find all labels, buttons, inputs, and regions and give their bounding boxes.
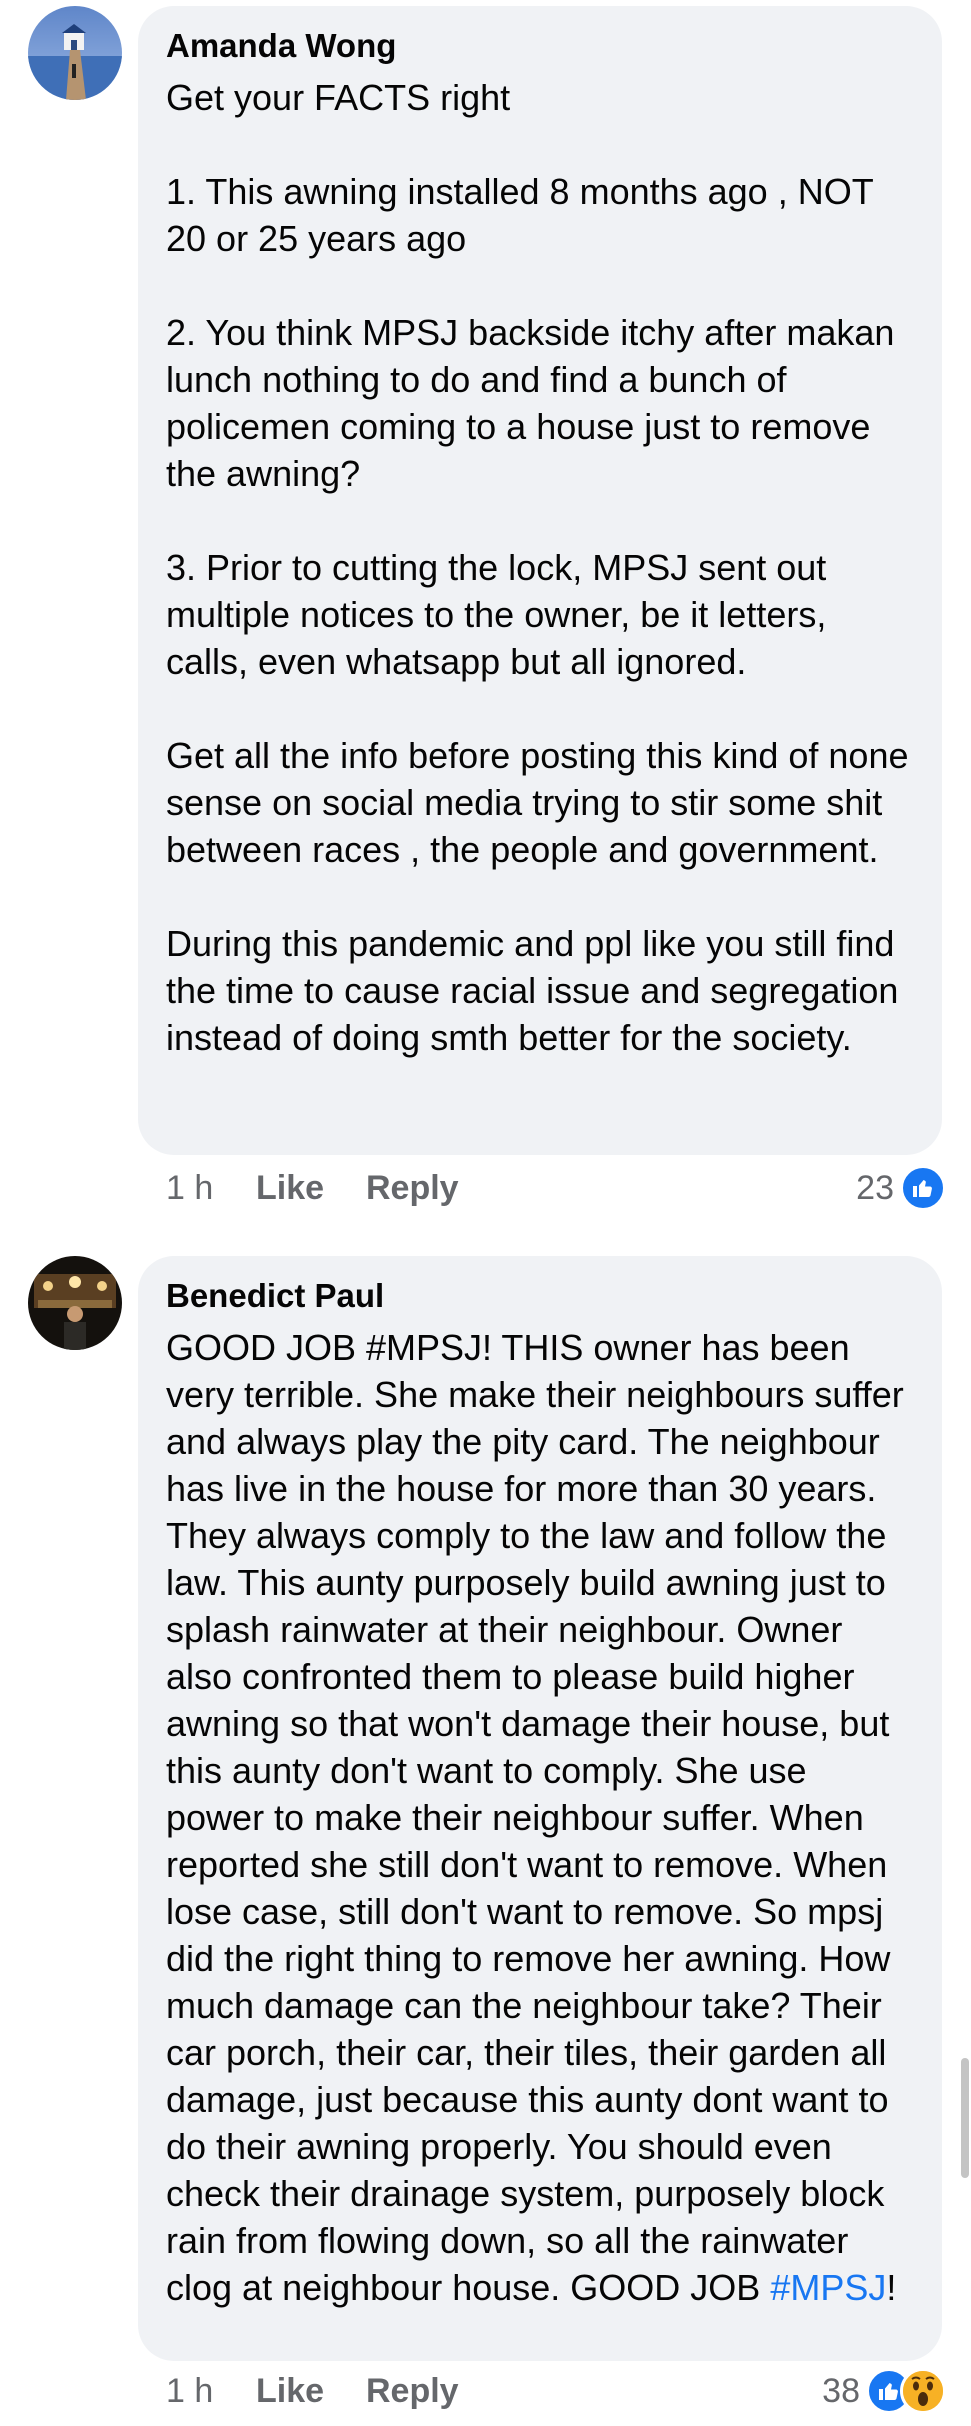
comment-bubble: Benedict Paul GOOD JOB #MPSJ! THIS owner… [138,1256,942,2361]
comment-author[interactable]: Benedict Paul [166,1272,914,1320]
comment-text-main: GOOD JOB #MPSJ! THIS owner has been very… [166,1327,904,2308]
avatar[interactable] [28,1256,122,1350]
reply-button[interactable]: Reply [366,2372,459,2411]
reaction-count: 23 [856,1168,894,1207]
like-button[interactable]: Like [256,1169,366,1208]
like-button[interactable]: Like [256,2372,366,2411]
comment-timestamp[interactable]: 1 h [166,2372,256,2411]
comment-bubble: Amanda Wong Get your FACTS right 1. This… [138,6,942,1155]
hashtag-link[interactable]: #MPSJ [770,2267,886,2308]
comment-timestamp[interactable]: 1 h [166,1169,256,1208]
comment-text-end: ! [886,2267,897,2308]
reply-button[interactable]: Reply [366,1169,459,1208]
reaction-summary[interactable]: 23 [856,1158,946,1218]
reaction-count: 38 [822,2371,860,2410]
comment-text: Get your FACTS right 1. This awning inst… [166,77,909,1058]
reaction-summary[interactable]: 38 [822,2361,946,2421]
comment-text: GOOD JOB #MPSJ! THIS owner has been very… [166,1324,914,2311]
wow-icon [900,2368,946,2414]
comment-author[interactable]: Amanda Wong [166,22,914,70]
scrollbar[interactable] [961,2058,969,2178]
avatar[interactable] [28,6,122,100]
comment-actions: 1 h Like Reply 23 [166,1158,946,1218]
like-icon [900,1165,946,1211]
comment-actions: 1 h Like Reply 38 [166,2361,946,2421]
